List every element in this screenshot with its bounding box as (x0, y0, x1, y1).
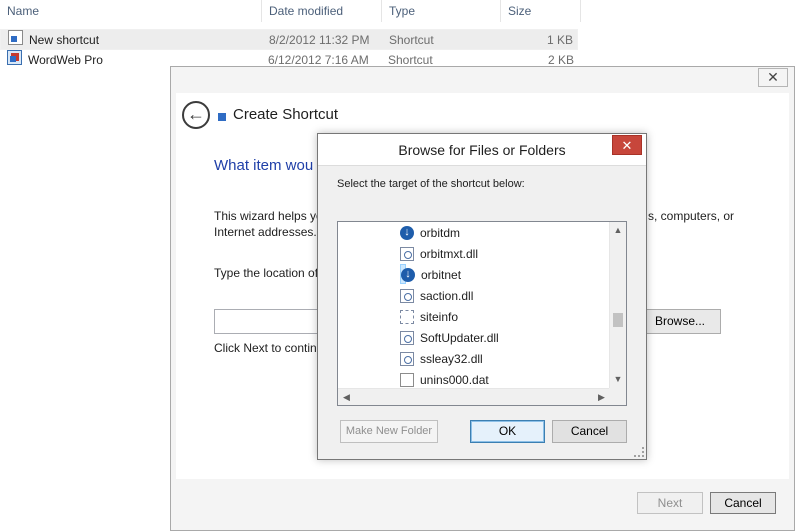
app-shortcut-icon (7, 50, 22, 65)
dat-file-icon (400, 373, 414, 387)
wizard-close-button[interactable]: ✕ (758, 68, 788, 87)
file-name: WordWeb Pro (28, 53, 103, 67)
tree-item-label: orbitnet (421, 268, 462, 282)
orbit-icon (401, 265, 415, 283)
browse-cancel-button[interactable]: Cancel (552, 420, 627, 443)
config-file-icon (400, 310, 414, 324)
wizard-cancel-button[interactable]: Cancel (710, 492, 776, 514)
next-hint: Click Next to contin (214, 341, 317, 355)
wizard-intro-line-2: Internet addresses. (214, 225, 317, 239)
dll-icon (400, 331, 414, 345)
location-label: Type the location of (214, 266, 319, 280)
tree-item-orbitnet[interactable]: orbitnet (400, 264, 461, 284)
file-size: 1 KB (546, 33, 573, 47)
dll-icon (400, 289, 414, 303)
tree-item-label: orbitmxt.dll (420, 247, 479, 261)
tree-item-label: unins000.dat (420, 373, 489, 387)
next-button[interactable]: Next (637, 492, 703, 514)
scroll-down-arrow-icon[interactable]: ▼ (610, 371, 626, 388)
back-arrow-icon[interactable]: ← (182, 101, 210, 129)
orbit-icon (400, 223, 414, 241)
shortcut-icon (8, 30, 23, 45)
dll-icon (400, 247, 414, 261)
scroll-right-arrow-icon[interactable]: ▶ (593, 389, 610, 405)
scrollbar-corner (609, 388, 626, 405)
file-date: 8/2/2012 11:32 PM (269, 33, 370, 47)
scroll-up-arrow-icon[interactable]: ▲ (610, 222, 626, 239)
horizontal-scrollbar[interactable]: ◀ ▶ (338, 388, 610, 405)
tree-item-label: SoftUpdater.dll (420, 331, 499, 345)
resize-grip-icon[interactable] (634, 447, 644, 457)
column-header-name[interactable]: Name (0, 0, 262, 22)
wizard-title: Create Shortcut (233, 106, 339, 123)
make-new-folder-button[interactable]: Make New Folder (340, 420, 438, 443)
dll-icon (400, 352, 414, 366)
column-header-size[interactable]: Size (501, 0, 581, 22)
browse-instruction: Select the target of the shortcut below: (337, 178, 525, 190)
column-header-date-modified[interactable]: Date modified (262, 0, 382, 22)
file-name: New shortcut (29, 33, 100, 47)
browse-button[interactable]: Browse... (644, 309, 721, 334)
browse-titlebar: Browse for Files or Folders ✕ (318, 134, 646, 166)
file-type: Shortcut (389, 33, 434, 47)
shortcut-icon (218, 113, 226, 121)
vertical-scroll-thumb[interactable] (613, 313, 623, 327)
tree-item-label: orbitdm (420, 226, 461, 240)
column-header-type[interactable]: Type (382, 0, 501, 22)
browse-close-button[interactable]: ✕ (612, 135, 642, 155)
tree-item-label: saction.dll (420, 289, 474, 303)
browse-dialog-title: Browse for Files or Folders (398, 142, 566, 158)
file-tree[interactable]: orbitdm orbitmxt.dll orbitnet saction.dl… (337, 221, 627, 406)
wizard-intro-line-1: This wizard helps yo (214, 209, 323, 223)
browse-dialog: Browse for Files or Folders ✕ Select the… (317, 133, 647, 460)
tree-item-label: siteinfo (420, 310, 459, 324)
file-row-new-shortcut[interactable]: New shortcut 8/2/2012 11:32 PM Shortcut … (0, 29, 578, 50)
ok-button[interactable]: OK (470, 420, 545, 443)
tree-item-label: ssleay32.dll (420, 352, 483, 366)
vertical-scrollbar[interactable]: ▲ ▼ (609, 222, 626, 388)
scroll-left-arrow-icon[interactable]: ◀ (338, 389, 355, 405)
wizard-heading: What item wou (214, 157, 314, 174)
wizard-intro-right: s, computers, or (648, 209, 735, 223)
